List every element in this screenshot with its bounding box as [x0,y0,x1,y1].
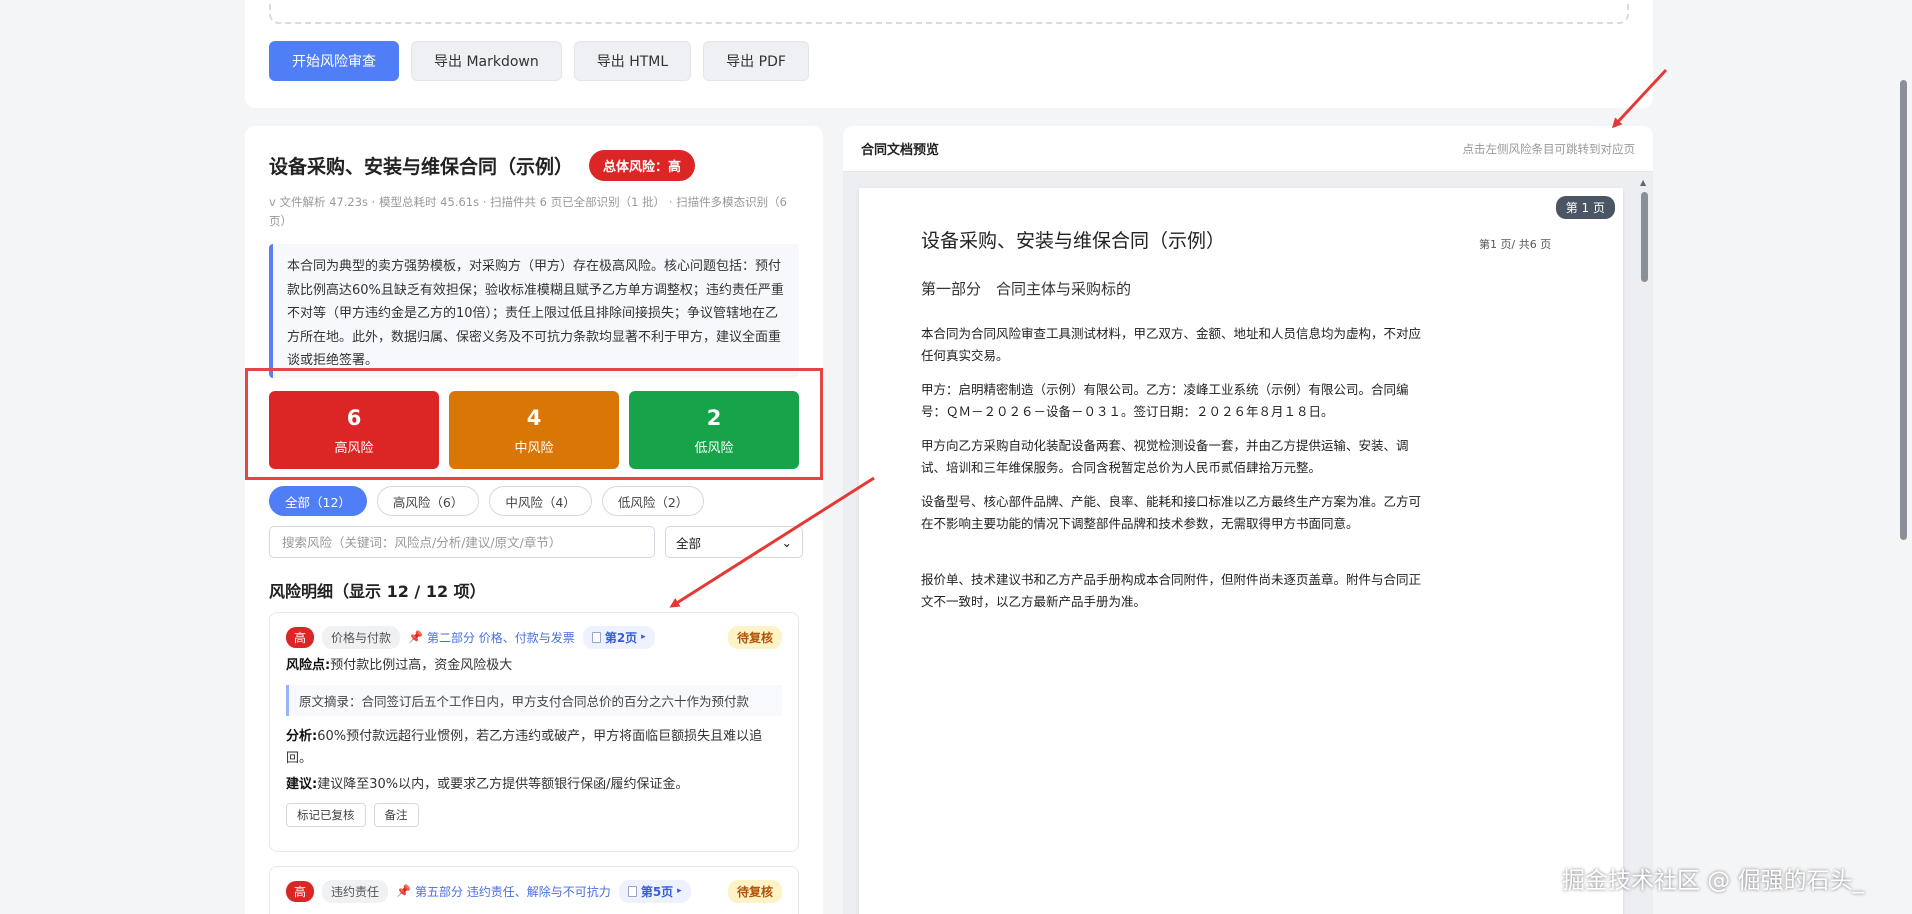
risk-category-chip: 价格与付款 [322,625,401,649]
scroll-up-icon[interactable]: ▲ [1640,178,1646,187]
filter-mid[interactable]: 中风险（4） [489,486,592,516]
page-jump-button[interactable]: 第2页 ▸ [582,625,655,649]
search-row: 全部 ⌄ [269,526,803,558]
mid-risk-count: 4 [526,405,542,430]
mark-reviewed-button[interactable]: 标记已复核 [286,803,366,827]
review-status-badge: 待复核 [727,625,782,649]
risk-level-badge: 高 [286,626,315,648]
page-part-heading: 第一部分 合同主体与采购标的 [921,280,1132,298]
risk-card-actions: 标记已复核 备注 [286,803,782,827]
caret-right-icon: ▸ [641,632,646,642]
risk-advice-label: 建议: [286,777,318,792]
risk-advice-text: 建议降至30%以内，或要求乙方提供等额银行保函/履约保证金。 [317,777,689,792]
filter-low[interactable]: 低风险（2） [601,486,705,516]
note-button[interactable]: 备注 [373,803,419,827]
upload-dropzone[interactable] [269,0,1629,24]
overall-risk-badge: 总体风险：高 [589,150,696,181]
high-risk-count: 6 [346,405,362,430]
level-select[interactable]: 全部 ⌄ [665,526,803,558]
risk-point: 风险点:预付款比例过高，资金风险极大 [286,655,782,677]
risk-analysis-label: 分析: [286,729,318,744]
risk-summary: 本合同为典型的卖方强势模板，对采购方（甲方）存在极高风险。核心问题包括：预付款比… [269,244,799,378]
watermark: 掘金技术社区 @ 倔强的石头_ [1562,868,1865,894]
risk-card[interactable]: 高 违约责任 📌 第五部分 违约责任、解除与不可抗力 第5页 ▸ 待复核 [269,866,799,914]
risk-list-title: 风险明细（显示 12 / 12 项） [269,582,486,601]
review-status-badge: 待复核 [727,879,782,903]
toolbar: 开始风险审查 导出 Markdown 导出 HTML 导出 PDF [269,41,809,81]
section-link[interactable]: 📌 第二部分 价格、付款与发票 [408,629,575,646]
low-risk-label: 低风险 [694,440,734,456]
document-page: 第 1 页 设备采购、安装与维保合同（示例） 第1 页/ 共6 页 第一部分 合… [859,188,1623,914]
page-paragraph: 报价单、技术建议书和乙方产品手册构成本合同附件，但附件尚未逐页盖章。附件与合同正… [921,572,1422,609]
doc-title-row: 设备采购、安装与维保合同（示例） 总体风险：高 [269,150,696,181]
filter-all[interactable]: 全部（12） [269,486,367,516]
document-icon [627,885,637,897]
analysis-meta: v 文件解析 47.23s · 模型总耗时 45.61s · 扫描件共 6 页已… [269,195,787,228]
filter-high[interactable]: 高风险（6） [376,486,480,516]
page-paragraph: 甲方向乙方采购自动化装配设备两套、视觉检测设备一套，并由乙方提供运输、安装、调试… [921,438,1409,475]
chevron-down-icon: ⌄ [781,534,792,550]
preview-hint: 点击左侧风险条目可跳转到对应页 [1462,141,1636,156]
risk-search-input[interactable] [269,526,655,558]
page-scrollbar[interactable] [1900,80,1907,540]
page-paragraph: 甲方：启明精密制造（示例）有限公司。乙方：凌峰工业系统（示例）有限公司。合同编号… [921,382,1409,419]
risk-point-text: 预付款比例过高，资金风险极大 [330,658,513,673]
page-jump-button[interactable]: 第5页 ▸ [618,879,691,903]
risk-card-header: 高 价格与付款 📌 第二部分 价格、付款与发票 第2页 ▸ 待复核 [286,625,782,649]
caret-right-icon: ▸ [677,886,682,896]
risk-level-badge: 高 [286,880,315,902]
risk-analysis-text: 60%预付款远超行业惯例，若乙方违约或破产，甲方将面临巨额损失且难以追回。 [286,729,763,766]
document-preview-panel: 合同文档预览 点击左侧风险条目可跳转到对应页 第 1 页 设备采购、安装与维保合… [843,126,1653,914]
doc-title: 设备采购、安装与维保合同（示例） [269,156,574,178]
page-paragraph: 设备型号、核心部件品牌、产能、良率、能耗和接口标准以乙方最终生产方案为准。乙方可… [921,494,1422,531]
page-counter: 第1 页/ 共6 页 [1479,238,1552,251]
page-jump-label: 第2页 [604,630,638,645]
risk-advice: 建议:建议降至30%以内，或要求乙方提供等额银行保函/履约保证金。 [286,774,782,796]
risk-analysis: 分析:60%预付款远超行业惯例，若乙方违约或破产，甲方将面临巨额损失且难以追回。 [286,726,782,770]
high-risk-label: 高风险 [334,440,374,456]
export-pdf-button[interactable]: 导出 PDF [703,41,809,81]
preview-scrollbar[interactable]: ▲ [1640,178,1650,914]
high-risk-stat[interactable]: 6 高风险 [269,391,439,469]
preview-title: 合同文档预览 [861,143,940,158]
pin-icon: 📌 [408,630,423,644]
document-icon [591,631,601,643]
page-jump-label: 第5页 [640,884,674,899]
risk-category-chip: 违约责任 [322,879,389,903]
page-doc-title: 设备采购、安装与维保合同（示例） [921,230,1226,252]
preview-header: 合同文档预览 点击左侧风险条目可跳转到对应页 [843,126,1653,172]
page-paragraph: 本合同为合同风险审查工具测试材料，甲乙双方、金额、地址和人员信息均为虚构，不对应… [921,326,1422,363]
top-panel: 开始风险审查 导出 Markdown 导出 HTML 导出 PDF [245,0,1653,108]
low-risk-stat[interactable]: 2 低风险 [629,391,799,469]
risk-report-panel: 设备采购、安装与维保合同（示例） 总体风险：高 v 文件解析 47.23s · … [245,126,823,914]
level-select-value: 全部 [676,535,702,551]
risk-card[interactable]: 高 价格与付款 📌 第二部分 价格、付款与发票 第2页 ▸ 待复核 风险点:预付… [269,612,799,852]
page-number-badge: 第 1 页 [1555,196,1615,219]
low-risk-count: 2 [706,405,722,430]
mid-risk-label: 中风险 [514,440,554,456]
risk-card-header: 高 违约责任 📌 第五部分 违约责任、解除与不可抗力 第5页 ▸ 待复核 [286,879,782,903]
risk-stats-highlight: 6 高风险 4 中风险 2 低风险 [245,368,823,480]
pin-icon: 📌 [396,884,411,898]
preview-scroll-thumb[interactable] [1641,192,1648,282]
mid-risk-stat[interactable]: 4 中风险 [449,391,619,469]
risk-filter-tabs: 全部（12） 高风险（6） 中风险（4） 低风险（2） [269,486,705,516]
risk-point-label: 风险点: [286,658,331,673]
export-markdown-button[interactable]: 导出 Markdown [411,41,562,81]
section-link-label: 第五部分 违约责任、解除与不可抗力 [414,884,611,899]
export-html-button[interactable]: 导出 HTML [573,41,692,81]
section-link-label: 第二部分 价格、付款与发票 [426,630,575,645]
start-review-button[interactable]: 开始风险审查 [269,41,399,81]
section-link[interactable]: 📌 第五部分 违约责任、解除与不可抗力 [396,883,611,900]
risk-excerpt: 原文摘录：合同签订后五个工作日内，甲方支付合同总价的百分之六十作为预付款 [286,685,782,716]
